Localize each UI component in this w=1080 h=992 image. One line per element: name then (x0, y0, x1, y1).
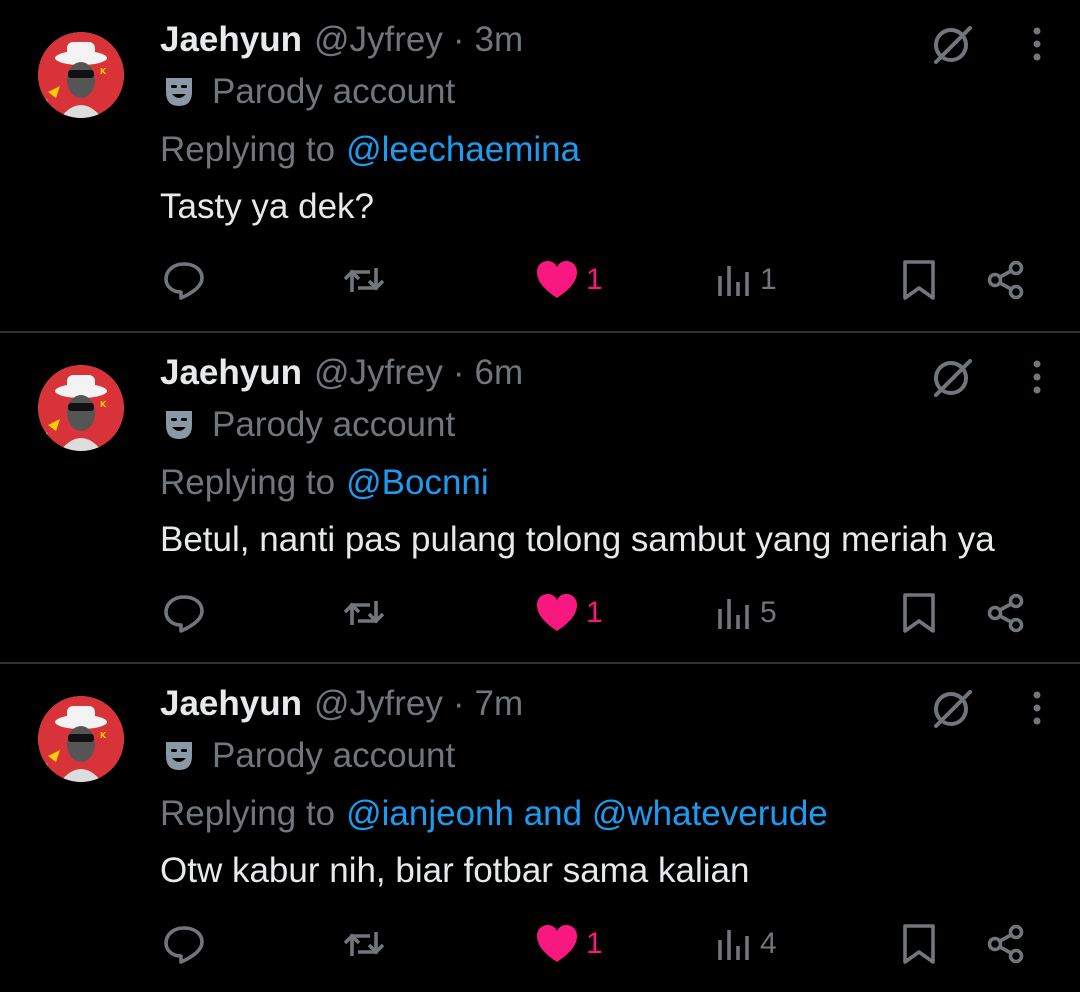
user-handle[interactable]: @Jyfrey (314, 353, 443, 393)
display-name[interactable]: Jaehyun (160, 353, 302, 393)
reply-icon (164, 595, 204, 633)
like-button[interactable]: 1 (536, 581, 603, 645)
avatar[interactable]: KJ (38, 32, 124, 118)
svg-text:J: J (45, 432, 48, 439)
replying-to-label: Replying to (160, 130, 336, 169)
reply-button[interactable] (162, 248, 206, 312)
action-bar: 1 1 (160, 248, 1030, 312)
display-name[interactable]: Jaehyun (160, 20, 302, 60)
display-name[interactable]: Jaehyun (160, 684, 302, 724)
bookmark-icon (903, 924, 935, 964)
bookmark-button[interactable] (902, 581, 936, 645)
bookmark-icon (903, 260, 935, 300)
timestamp[interactable]: 7m (475, 684, 524, 724)
grok-icon[interactable] (928, 20, 976, 68)
more-icon[interactable] (1030, 357, 1044, 397)
more-icon[interactable] (1030, 688, 1044, 728)
mask-icon (166, 742, 192, 770)
tweet-text: Tasty ya dek? (160, 187, 374, 226)
share-icon (987, 260, 1024, 300)
timestamp[interactable]: 3m (475, 20, 524, 60)
separator-dot: · (452, 684, 465, 723)
reply-icon (164, 262, 204, 300)
tweet-text: Betul, nanti pas pulang tolong sambut ya… (160, 520, 995, 559)
mask-icon (166, 411, 192, 439)
views-count: 5 (760, 596, 777, 629)
heart-icon (537, 594, 577, 631)
bookmark-button[interactable] (902, 912, 936, 976)
separator-dot: · (452, 20, 465, 59)
tweet-text: Otw kabur nih, biar fotbar sama kalian (160, 851, 750, 890)
bookmark-button[interactable] (902, 248, 936, 312)
like-count: 1 (586, 596, 603, 629)
parody-label: Parody account (212, 72, 456, 111)
reply-button[interactable] (162, 912, 206, 976)
retweet-button[interactable] (342, 581, 386, 645)
bookmark-icon (903, 593, 935, 633)
views-icon (718, 930, 749, 960)
retweet-icon (343, 268, 385, 292)
retweet-button[interactable] (342, 912, 386, 976)
svg-text:K: K (100, 731, 107, 740)
separator-dot: · (452, 353, 465, 392)
retweet-icon (343, 932, 385, 956)
views-count: 4 (760, 927, 777, 960)
avatar[interactable]: KJ (38, 696, 124, 782)
parody-label: Parody account (212, 736, 456, 775)
tweet[interactable]: KJ Jaehyun @Jyfrey · 3m Parody account R… (0, 0, 1080, 331)
share-button[interactable] (986, 912, 1026, 976)
retweet-icon (343, 601, 385, 625)
views-count: 1 (760, 263, 777, 296)
action-bar: 1 4 (160, 912, 1030, 976)
views-button[interactable]: 5 (716, 581, 777, 645)
replying-to-label: Replying to (160, 463, 336, 502)
replying-to-mention[interactable]: @ianjeonh and @whateverude (346, 794, 828, 834)
views-button[interactable]: 4 (716, 912, 777, 976)
heart-icon (537, 925, 577, 962)
like-button[interactable]: 1 (536, 248, 603, 312)
action-bar: 1 5 (160, 581, 1030, 645)
avatar[interactable]: KJ (38, 365, 124, 451)
reply-icon (164, 926, 204, 964)
views-icon (718, 599, 749, 629)
timestamp[interactable]: 6m (475, 353, 524, 393)
share-button[interactable] (986, 581, 1026, 645)
mask-icon (166, 78, 192, 106)
grok-icon[interactable] (928, 684, 976, 732)
user-handle[interactable]: @Jyfrey (314, 684, 443, 724)
svg-text:J: J (45, 99, 48, 106)
like-count: 1 (586, 263, 603, 296)
replying-to-mention[interactable]: @leechaemina (346, 130, 580, 170)
views-button[interactable]: 1 (716, 248, 777, 312)
user-handle[interactable]: @Jyfrey (314, 20, 443, 60)
svg-text:K: K (100, 400, 107, 409)
share-icon (987, 924, 1024, 964)
svg-text:K: K (100, 67, 107, 76)
retweet-button[interactable] (342, 248, 386, 312)
parody-label: Parody account (212, 405, 456, 444)
replying-to-mention[interactable]: @Bocnni (346, 463, 489, 503)
replying-to-label: Replying to (160, 794, 336, 833)
share-icon (987, 593, 1024, 633)
like-button[interactable]: 1 (536, 912, 603, 976)
more-icon[interactable] (1030, 24, 1044, 64)
heart-icon (537, 261, 577, 298)
reply-button[interactable] (162, 581, 206, 645)
reply-feed: KJ Jaehyun @Jyfrey · 3m Parody account R… (0, 0, 1080, 992)
share-button[interactable] (986, 248, 1026, 312)
grok-icon[interactable] (928, 353, 976, 401)
like-count: 1 (586, 927, 603, 960)
tweet[interactable]: KJ Jaehyun @Jyfrey · 6m Parody account R… (0, 331, 1080, 662)
views-icon (718, 266, 749, 296)
svg-text:J: J (45, 763, 48, 770)
tweet[interactable]: KJ Jaehyun @Jyfrey · 7m Parody account R… (0, 662, 1080, 992)
